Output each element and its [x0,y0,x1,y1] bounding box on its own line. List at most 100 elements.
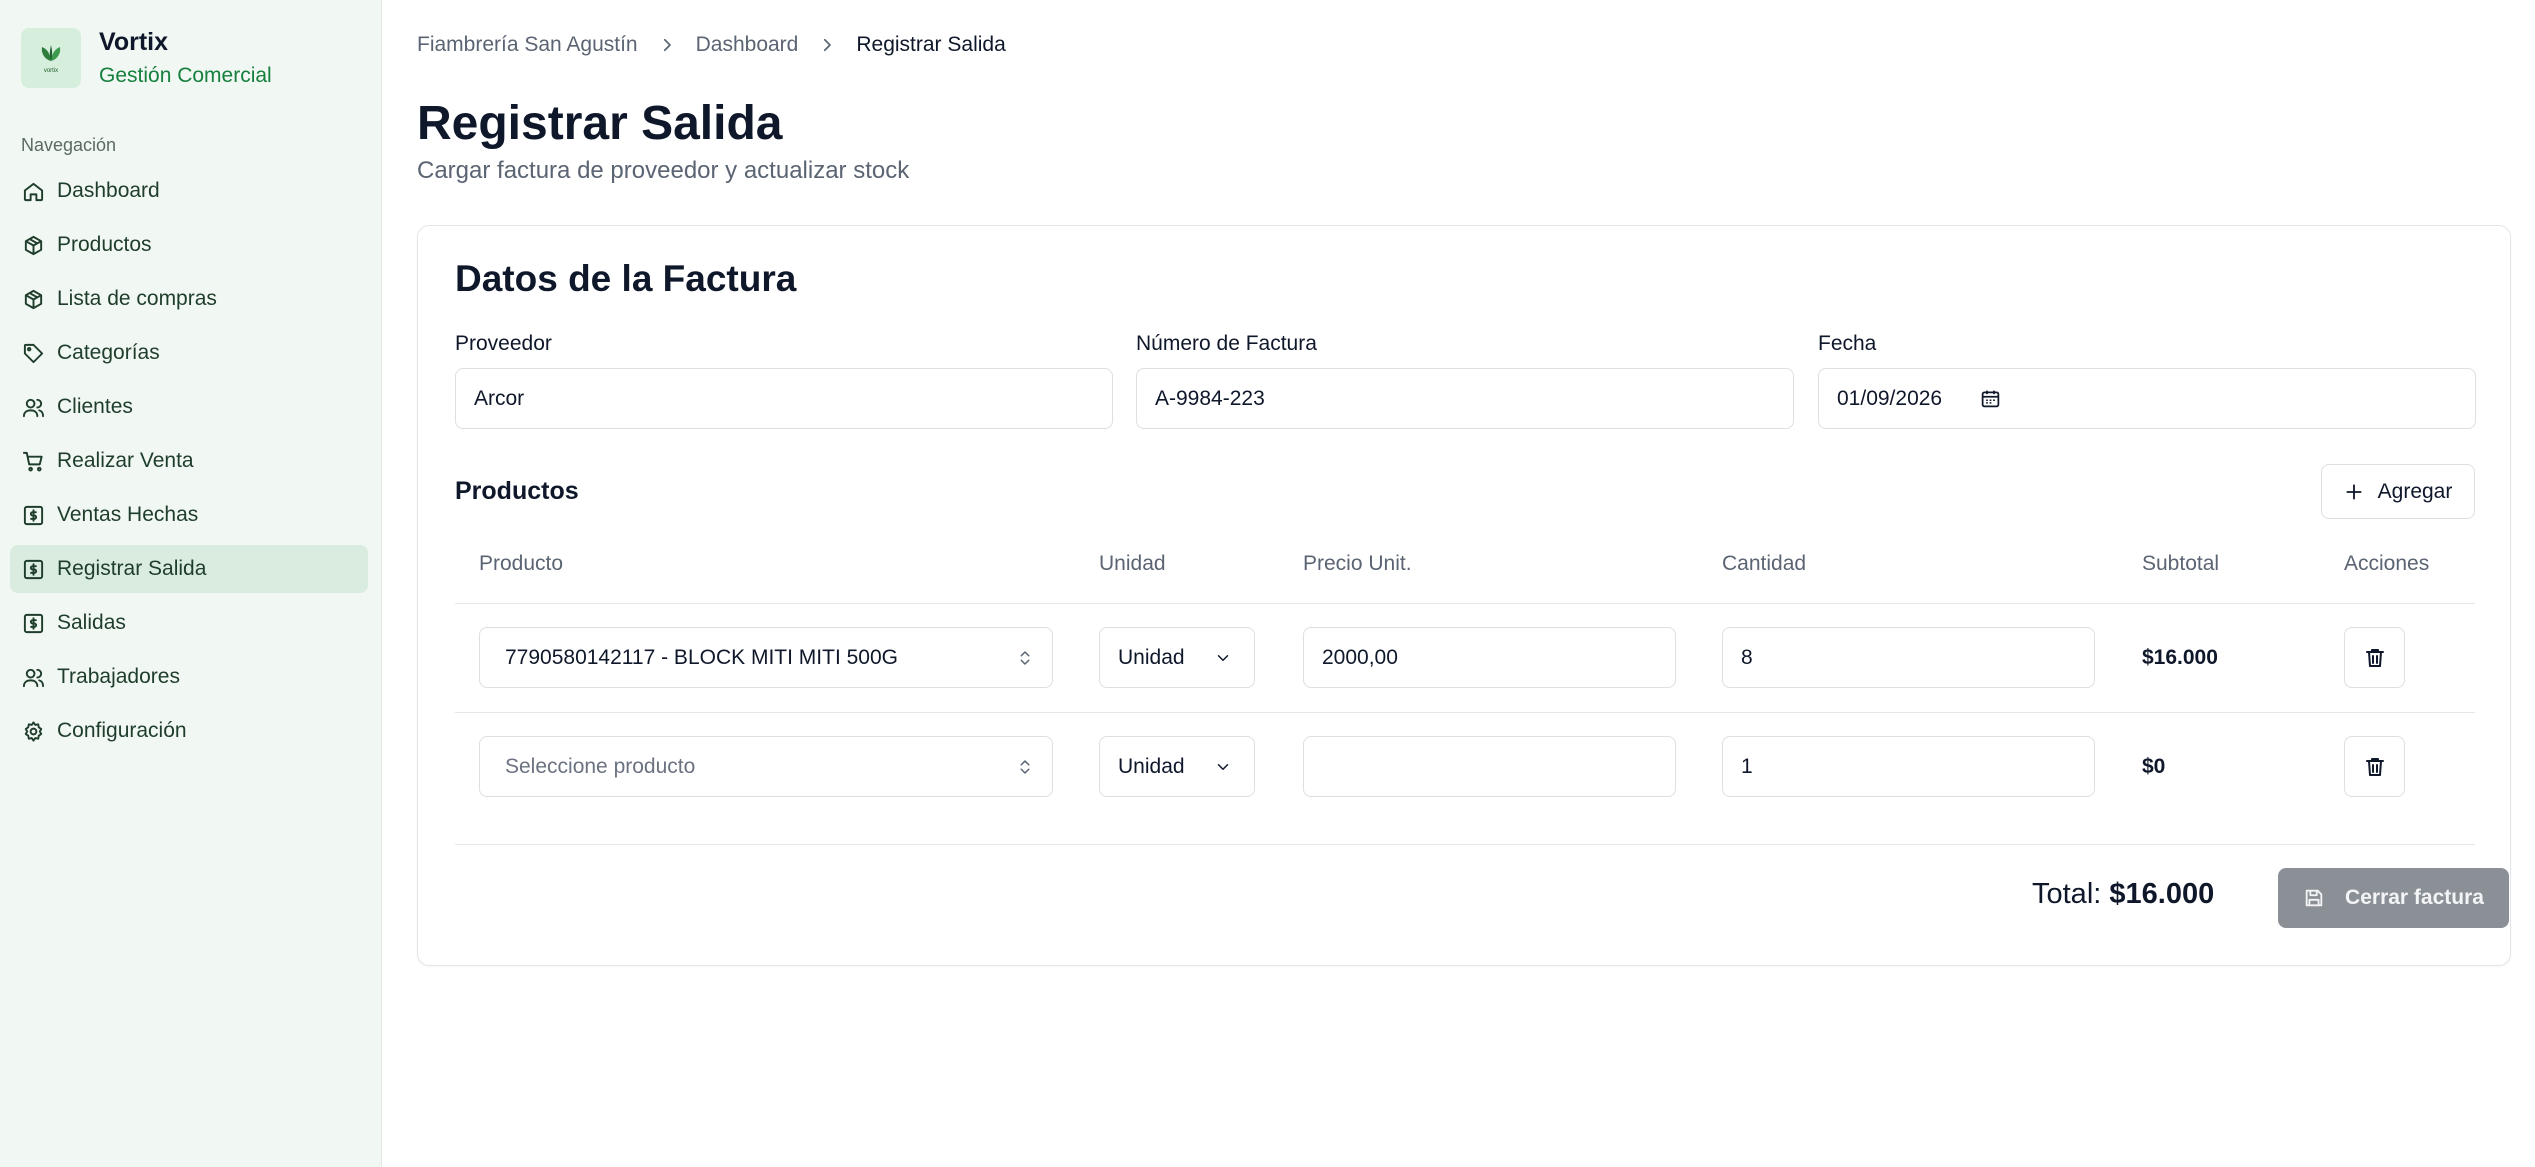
row-subtotal: $0 [2142,755,2166,778]
invoice-number-input[interactable]: A-9984-223 [1136,368,1794,429]
main-content: Fiambrería San Agustín Dashboard Registr… [382,0,2535,1167]
unit-select[interactable]: Unidad [1099,627,1255,688]
sidebar-item-productos[interactable]: Productos [10,221,368,269]
page-subtitle: Cargar factura de proveedor y actualizar… [417,157,910,184]
breadcrumb: Fiambrería San Agustín Dashboard Registr… [417,33,1006,57]
sidebar-nav: Dashboard Productos Lista de compras Cat… [10,167,368,761]
brand-name: Vortix [99,28,168,56]
product-select[interactable]: 7790580142117 - BLOCK MITI MITI 500G [479,627,1053,688]
close-invoice-button[interactable]: Cerrar factura [2278,868,2509,928]
breadcrumb-item-current: Registrar Salida [856,33,1006,56]
date-input[interactable]: 01/09/2026 [1818,368,2476,429]
logo-text: vortix [44,68,58,74]
product-select-placeholder: Seleccione producto [505,754,696,778]
unit-select-value: Unidad [1118,754,1185,778]
column-header-precio: Precio Unit. [1303,552,1412,575]
column-header-subtotal: Subtotal [2142,552,2220,575]
unit-select-value: Unidad [1118,645,1185,669]
sidebar-item-label: Clientes [57,395,133,418]
column-header-acciones: Acciones [2344,552,2430,575]
sidebar-item-label: Realizar Venta [57,449,194,472]
nav-section-label: Navegación [21,135,117,155]
breadcrumb-item-dashboard[interactable]: Dashboard [696,33,799,57]
receipt-icon [23,613,44,633]
sidebar-item-trabajadores[interactable]: Trabajadores [10,653,368,701]
supplier-input[interactable]: Arcor [455,368,1113,429]
sidebar-item-ventas-hechas[interactable]: Ventas Hechas [10,491,368,539]
supplier-value: Arcor [474,386,525,410]
sidebar-item-label: Lista de compras [57,287,217,310]
unit-price-value: 2000,00 [1322,645,1398,669]
invoice-number-value: A-9984-223 [1155,386,1265,410]
trash-icon [2365,757,2384,776]
receipt-icon [23,505,44,525]
product-select[interactable]: Seleccione producto [479,736,1053,797]
trash-icon [2365,648,2384,667]
leaf-logo-icon: vortix [41,44,61,74]
sidebar-item-label: Configuración [57,719,187,742]
invoice-number-label: Número de Factura [1136,332,1317,355]
sidebar-item-clientes[interactable]: Clientes [10,383,368,431]
sidebar-item-categorias[interactable]: Categorías [10,329,368,377]
sidebar-item-registrar-salida[interactable]: Registrar Salida [10,545,368,593]
chevron-right-icon [658,36,676,54]
logo: vortix [21,27,81,88]
sidebar-item-label: Registrar Salida [57,557,207,580]
row-subtotal: $16.000 [2142,646,2218,669]
sidebar-item-label: Trabajadores [57,665,180,688]
add-product-button[interactable]: Agregar [2321,464,2475,519]
date-value: 01/09/2026 [1837,386,1943,410]
chevron-down-icon [1217,763,1229,770]
brand[interactable]: vortix Vortix Gestión Comercial [21,26,272,90]
unit-price-input[interactable]: 2000,00 [1303,627,1676,688]
breadcrumb-item-store[interactable]: Fiambrería San Agustín [417,33,638,57]
package-icon [24,235,43,255]
sidebar-item-label: Categorías [57,341,160,364]
table-header-divider [455,603,2475,604]
gear-icon [24,720,43,742]
chevrons-up-down-icon [1020,759,1030,774]
add-product-label: Agregar [2377,479,2453,503]
quantity-input[interactable]: 8 [1722,627,2095,688]
chevron-down-icon [1217,654,1229,661]
users-icon [22,398,45,417]
total-label: Total: [2032,878,2102,910]
invoice-total: Total: $16.000 [2032,878,2214,911]
footer-divider [455,844,2475,845]
column-header-producto: Producto [479,552,564,575]
delete-row-button[interactable] [2344,627,2405,688]
package-icon [24,289,43,309]
sidebar-item-configuracion[interactable]: Configuración [10,707,368,755]
sidebar-item-dashboard[interactable]: Dashboard [10,167,368,215]
row-divider [455,712,2475,713]
chevron-right-icon [818,36,836,54]
quantity-input[interactable]: 1 [1722,736,2095,797]
date-label: Fecha [1818,332,1877,355]
chevrons-up-down-icon [1020,650,1030,665]
tag-icon [23,343,44,363]
invoice-card: Datos de la Factura Proveedor Arcor Núme… [417,225,2511,966]
quantity-value: 1 [1741,754,1753,778]
column-header-cantidad: Cantidad [1722,552,1807,575]
save-icon [2305,889,2323,907]
unit-price-input[interactable] [1303,736,1676,797]
sidebar-item-label: Ventas Hechas [57,503,199,526]
users-icon [22,668,45,687]
quantity-value: 8 [1741,645,1753,669]
sidebar-item-realizar-venta[interactable]: Realizar Venta [10,437,368,485]
sidebar: vortix Vortix Gestión Comercial Navegaci… [0,0,382,1167]
sidebar-item-lista-de-compras[interactable]: Lista de compras [10,275,368,323]
delete-row-button[interactable] [2344,736,2405,797]
cart-icon [22,451,43,471]
sidebar-item-label: Salidas [57,611,126,634]
brand-subtitle: Gestión Comercial [99,63,272,87]
calendar-icon[interactable] [1980,388,2001,409]
invoice-card-title: Datos de la Factura [455,258,797,299]
sidebar-item-salidas[interactable]: Salidas [10,599,368,647]
plus-icon [2346,483,2362,500]
supplier-label: Proveedor [455,332,552,355]
product-select-value: 7790580142117 - BLOCK MITI MITI 500G [505,645,898,669]
unit-select[interactable]: Unidad [1099,736,1255,797]
sidebar-item-label: Productos [57,233,152,256]
close-invoice-label: Cerrar factura [2345,886,2484,909]
